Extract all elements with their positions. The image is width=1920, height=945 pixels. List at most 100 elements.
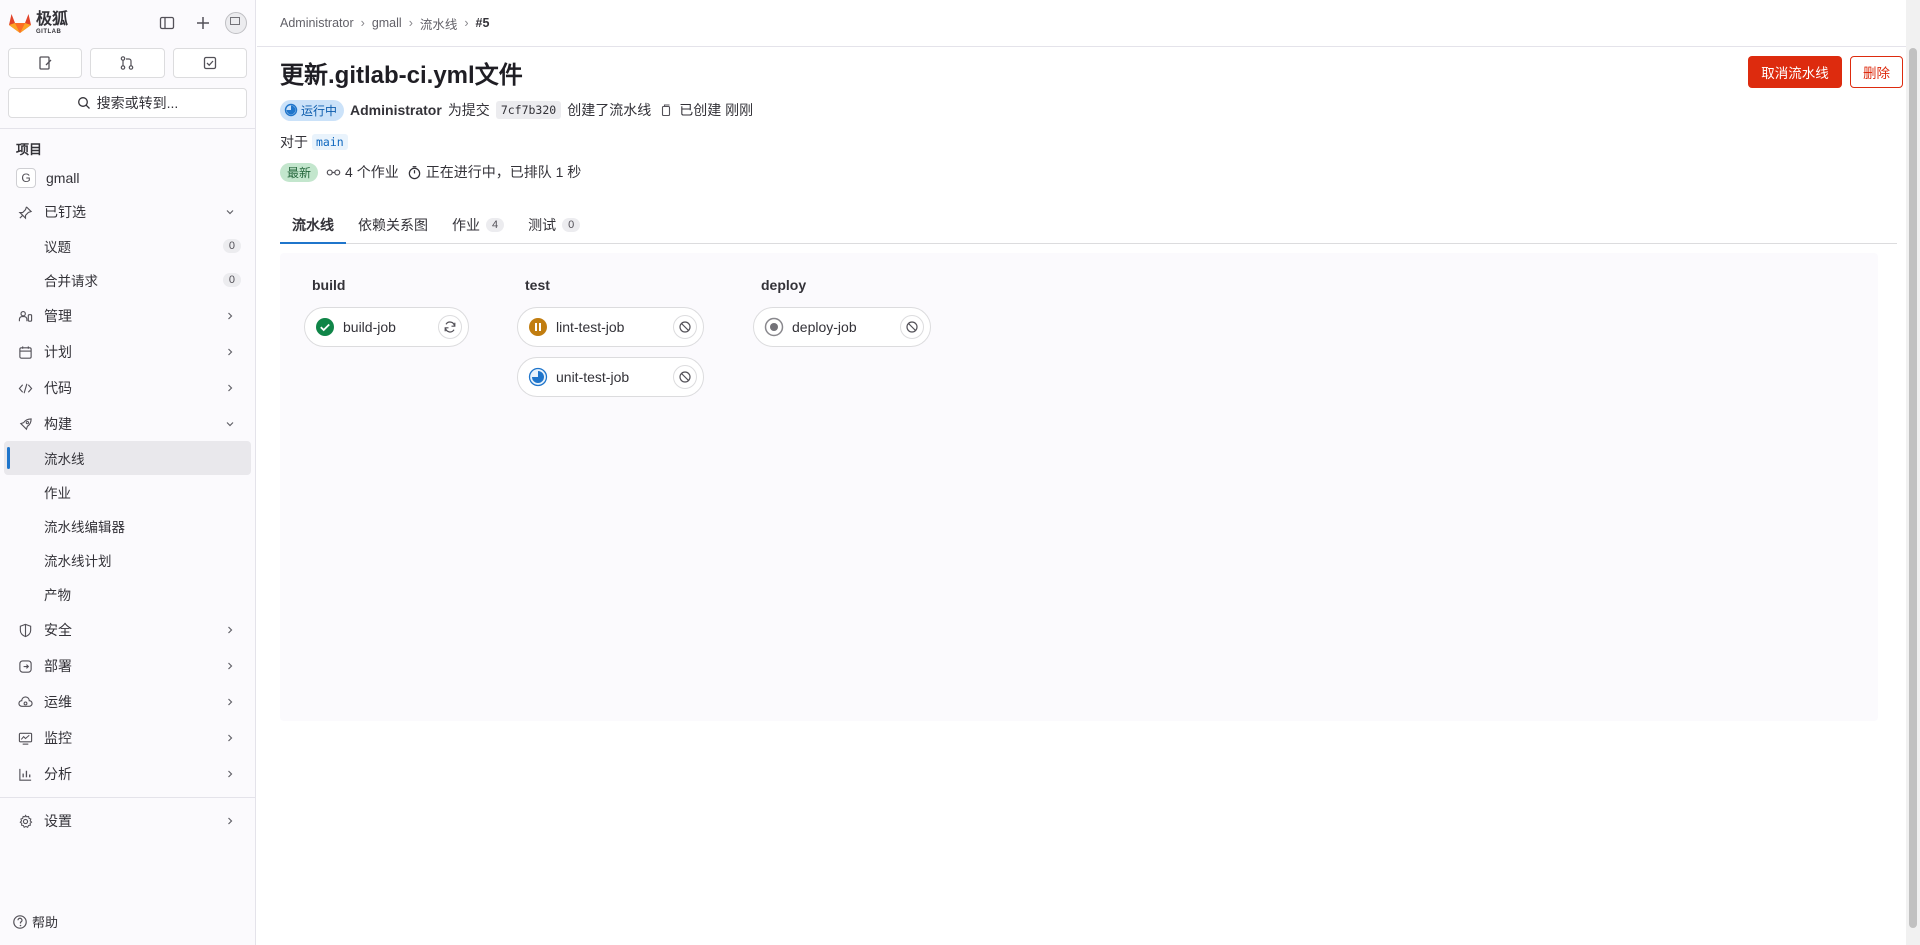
sidebar-item-build[interactable]: 构建 [4, 407, 251, 441]
sidebar-item-label: 已钉选 [44, 204, 86, 220]
merge-requests-count-badge: 0 [222, 273, 241, 287]
tab-tests[interactable]: 测试 0 [516, 206, 592, 243]
search-button[interactable]: 搜索或转到... [8, 88, 247, 118]
cancel-pipeline-button[interactable]: 取消流水线 [1748, 56, 1842, 88]
created-time: 已创建 刚刚 [679, 102, 754, 118]
sidebar-item-analyze[interactable]: 分析 [4, 757, 251, 791]
chevron-right-icon: › [464, 16, 469, 30]
sidebar-item-pipelines[interactable]: 流水线 [4, 441, 251, 475]
stage-title: test [525, 277, 550, 293]
project-avatar: G [16, 168, 36, 188]
sidebar-item-security[interactable]: 安全 [4, 613, 251, 647]
chevron-right-icon: › [408, 16, 413, 30]
stage-column-test: test lint-test-job unit-test-job [517, 277, 704, 397]
sidebar-item-artifacts[interactable]: 产物 [4, 577, 251, 611]
brand-name: 极狐 [36, 10, 69, 28]
project-name: gmall [46, 170, 80, 186]
sidebar-project-gmall[interactable]: G gmall [4, 161, 251, 195]
sidebar-section-title: 项目 [16, 142, 43, 157]
branch-ref-link[interactable]: main [312, 134, 348, 150]
sidebar-item-label: 计划 [44, 344, 72, 360]
chevron-right-icon [223, 347, 237, 357]
retry-icon[interactable] [438, 315, 462, 339]
stage-title: build [312, 277, 346, 293]
sidebar-item-label: 议题 [44, 240, 71, 255]
tab-label: 流水线 [292, 216, 334, 233]
shield-icon [16, 621, 34, 639]
sidebar-item-label: 分析 [44, 766, 72, 782]
sidebar-item-pinned[interactable]: 已钉选 [4, 195, 251, 229]
user-avatar[interactable] [225, 12, 247, 34]
commit-sha-link[interactable]: 7cf7b320 [495, 101, 562, 119]
tab-dag[interactable]: 依赖关系图 [346, 206, 440, 243]
page-scrollbar[interactable] [1906, 0, 1920, 945]
breadcrumb-item-pipelines[interactable]: 流水线 [420, 14, 458, 33]
sidebar-item-pipeline-schedules[interactable]: 流水线计划 [4, 543, 251, 577]
tab-jobs[interactable]: 作业 4 [440, 206, 516, 243]
ref-row: 对于 main [280, 132, 1897, 152]
sidebar-item-settings[interactable]: 设置 [4, 804, 251, 838]
sidebar-item-manage[interactable]: 管理 [4, 299, 251, 333]
merge-request-icon [121, 56, 134, 70]
sidebar-item-code[interactable]: 代码 [4, 371, 251, 405]
sidebar: 极狐 GITLAB 搜索或转到... 项目 G gmall 已钉选 议题 0 合… [0, 0, 256, 945]
cancel-icon[interactable] [673, 315, 697, 339]
cancel-icon[interactable] [673, 365, 697, 389]
breadcrumb-current[interactable]: #5 [476, 16, 490, 30]
sidebar-item-label: 流水线编辑器 [44, 520, 125, 535]
sidebar-item-label: 产物 [44, 588, 71, 603]
assigned-issues-button[interactable] [8, 48, 83, 78]
job-build-job[interactable]: build-job [304, 307, 469, 347]
help-button[interactable]: 帮助 [12, 912, 58, 931]
breadcrumb-item-project[interactable]: gmall [372, 16, 402, 30]
status-badge[interactable]: 运行中 [280, 99, 345, 121]
cancel-icon[interactable] [900, 315, 924, 339]
rocket-icon [16, 415, 34, 433]
chevron-right-icon [223, 769, 237, 779]
sidebar-item-merge-requests[interactable]: 合并请求 0 [4, 263, 251, 297]
sidebar-item-label: 运维 [44, 694, 72, 710]
tab-label: 作业 [452, 216, 480, 233]
author-link[interactable]: Administrator [350, 102, 442, 118]
tab-count-badge: 4 [486, 217, 505, 232]
job-lint-test-job[interactable]: lint-test-job [517, 307, 704, 347]
breadcrumb-item-admin[interactable]: Administrator [280, 16, 354, 30]
sidebar-item-label: 流水线 [44, 452, 85, 467]
sidebar-item-issues[interactable]: 议题 0 [4, 229, 251, 263]
duration-text: 正在进行中，已排队 1 秒 [425, 164, 582, 180]
duration: 正在进行中，已排队 1 秒 [407, 162, 582, 182]
sidebar-item-label: 代码 [44, 380, 72, 396]
scrollbar-thumb[interactable] [1909, 48, 1917, 928]
copy-icon[interactable] [659, 103, 673, 117]
merge-requests-button[interactable] [90, 48, 165, 78]
sidebar-item-jobs[interactable]: 作业 [4, 475, 251, 509]
status-label: 运行中 [301, 103, 338, 118]
sidebar-item-pipeline-editor[interactable]: 流水线编辑器 [4, 509, 251, 543]
sidebar-item-label: 管理 [44, 308, 72, 324]
tab-pipeline[interactable]: 流水线 [280, 206, 346, 244]
code-icon [16, 379, 34, 397]
issues-count-badge: 0 [222, 239, 241, 253]
chevron-right-icon [223, 733, 237, 743]
job-name: deploy-job [792, 319, 857, 335]
toggle-sidebar-icon[interactable] [153, 9, 181, 37]
sidebar-item-operate[interactable]: 运维 [4, 685, 251, 719]
job-deploy-job[interactable]: deploy-job [753, 307, 931, 347]
create-new-icon[interactable] [189, 9, 217, 37]
sidebar-item-monitor[interactable]: 监控 [4, 721, 251, 755]
sidebar-item-plan[interactable]: 计划 [4, 335, 251, 369]
brand-logo[interactable]: 极狐 GITLAB [8, 10, 69, 35]
sidebar-item-deploy[interactable]: 部署 [4, 649, 251, 683]
sidebar-item-label: 设置 [44, 813, 72, 829]
search-icon [77, 97, 90, 109]
calendar-icon [16, 343, 34, 361]
gitlab-tanuki-icon [9, 14, 31, 33]
job-name: lint-test-job [556, 319, 625, 335]
pin-icon [16, 203, 34, 221]
brand-subname: GITLAB [36, 28, 62, 35]
todo-list-button[interactable] [172, 48, 247, 78]
sidebar-item-label: 部署 [44, 658, 72, 674]
stage-column-deploy: deploy deploy-job [753, 277, 931, 347]
job-unit-test-job[interactable]: unit-test-job [517, 357, 704, 397]
delete-pipeline-button[interactable]: 删除 [1850, 56, 1903, 88]
